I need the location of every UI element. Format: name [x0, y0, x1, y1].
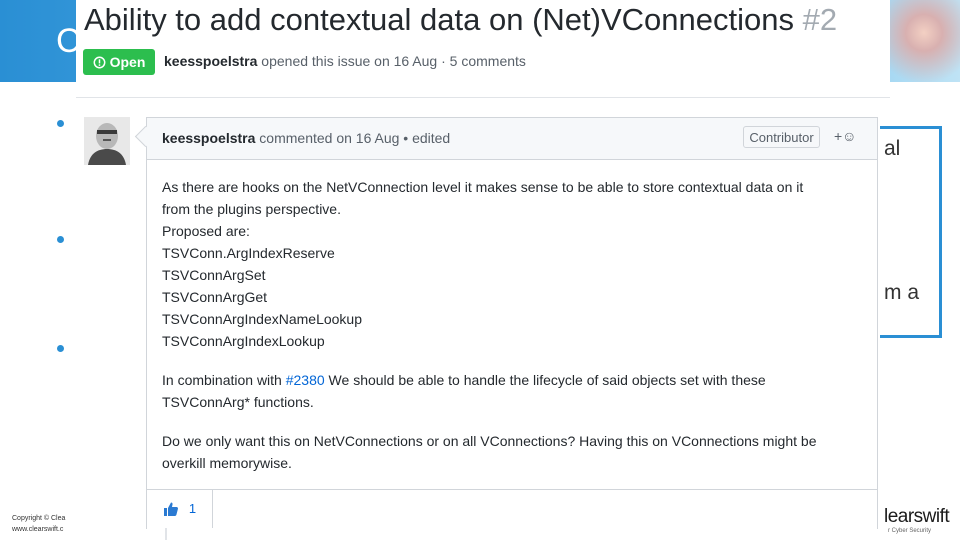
comment-body-line: Do we only want this on NetVConnections … — [162, 433, 817, 449]
issue-meta-text: opened this issue on 16 Aug · 5 comments — [261, 53, 526, 69]
reaction-count: 1 — [188, 501, 197, 516]
comment-author-link[interactable]: keesspoelstra — [162, 130, 255, 146]
footer-copyright: Copyright © Clea — [12, 515, 66, 522]
issue-status-badge: Open — [83, 49, 155, 75]
comment-header-text[interactable]: commented on 16 Aug • edited — [259, 130, 450, 146]
combo-prefix: In combination with — [162, 372, 286, 388]
slide-bullet — [57, 345, 64, 352]
issue-reference-link[interactable]: #2380 — [286, 372, 325, 388]
avatar-portrait — [84, 117, 130, 165]
slide-bullet — [57, 236, 64, 243]
footer-url: www.clearswift.c — [12, 526, 64, 533]
issue-author-link[interactable]: keesspoelstra — [164, 53, 257, 69]
issue-title-text: Ability to add contextual data on (Net)V… — [84, 2, 794, 37]
comment-author-line: keesspoelstra commented on 16 Aug • edit… — [162, 130, 450, 146]
avatar[interactable] — [84, 117, 130, 165]
issue-number[interactable]: #2 — [803, 2, 837, 37]
comment-body-line: from the plugins perspective. — [162, 201, 341, 217]
comment-reactions-bar — [147, 489, 877, 529]
clearswift-logo-tagline: r Cyber Security — [888, 528, 932, 534]
api-function-name: TSVConnArgIndexNameLookup — [162, 311, 363, 327]
api-function-name: TSVConnArgGet — [162, 289, 268, 305]
issue-opened-icon — [93, 56, 106, 68]
slide-text-fragment: m a — [884, 281, 920, 304]
slide-footer: Copyright © Clea www.clearswift.c — [12, 513, 65, 535]
api-function-name: TSVConnArgSet — [162, 267, 266, 283]
thumbs-up-icon — [163, 502, 178, 516]
api-function-name: TSVConn.ArgIndexReserve — [162, 245, 335, 261]
combo-suffix: We should be able to handle the lifecycl… — [324, 372, 766, 388]
issue-header-divider — [76, 97, 890, 98]
slide-text-fragment: al — [884, 137, 901, 160]
contributor-badge: Contributor — [743, 126, 820, 148]
api-function-name: TSVConnArgIndexLookup — [162, 333, 325, 349]
add-reaction-button[interactable]: +☺ — [834, 128, 856, 144]
timeline-connector — [165, 528, 167, 540]
slide-bullet — [57, 120, 64, 127]
issue-status-label: Open — [109, 54, 146, 70]
comment-body-line: TSVConnArg* functions. — [162, 394, 314, 410]
thumbs-up-reaction-button[interactable]: 1 — [147, 489, 213, 528]
issue-meta: keesspoelstra opened this issue on 16 Au… — [164, 53, 526, 69]
issue-title: Ability to add contextual data on (Net)V… — [84, 2, 837, 38]
comment-body-line: Proposed are: — [162, 223, 250, 239]
comment-body-line: In combination with #2380 We should be a… — [162, 372, 766, 388]
comment-body-line: overkill memorywise. — [162, 455, 292, 471]
comment-body-line: As there are hooks on the NetVConnection… — [162, 179, 804, 195]
clearswift-logo: learswift — [884, 506, 950, 527]
